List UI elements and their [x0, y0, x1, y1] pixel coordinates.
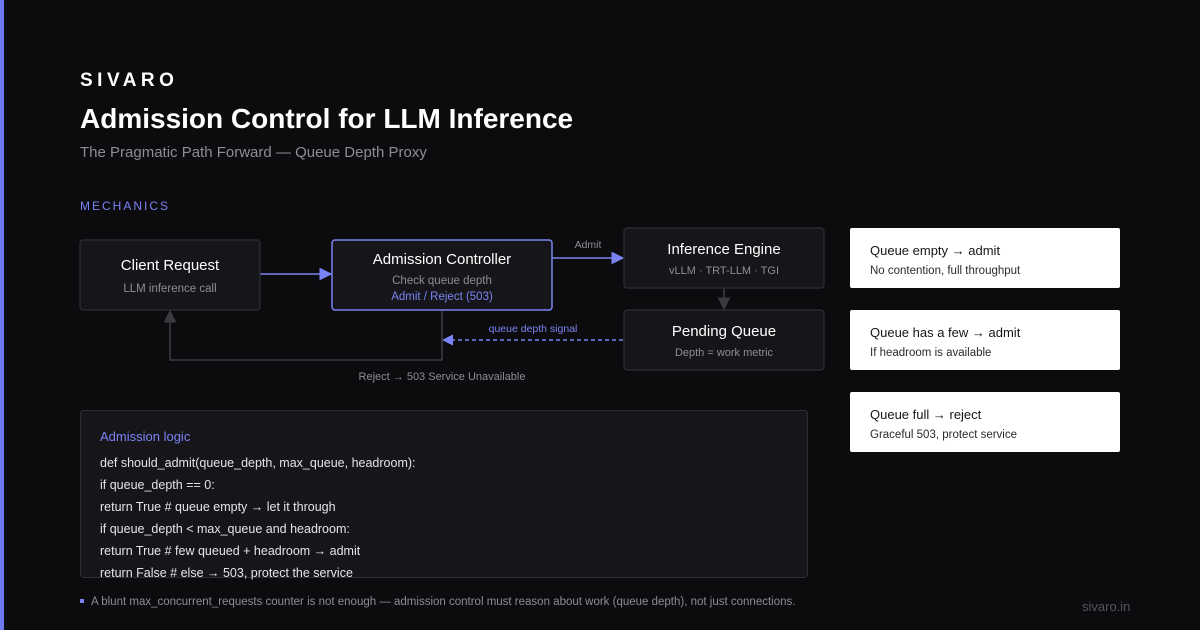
node-admission-controller-sub2: Admit / Reject (503) — [391, 291, 493, 303]
footnote: A blunt max_concurrent_requests counter … — [80, 596, 795, 608]
edge-reject-loop — [163, 309, 443, 361]
node-inference-engine: Inference Engine vLLM · TRT-LLM · TGI — [623, 227, 825, 289]
edge-label-queue-depth-signal: queue depth signal — [489, 323, 578, 335]
code-line: return False # else → 503, protect the s… — [100, 566, 353, 580]
edge-label-reject: Reject → 503 Service Unavailable — [359, 371, 526, 383]
node-inference-engine-box — [623, 227, 825, 289]
code-line: return True # few queued + headroom → ad… — [100, 544, 361, 558]
node-inference-engine-sub: vLLM · TRT-LLM · TGI — [669, 265, 779, 277]
rule-card-queue-few: Queue has a few → admit If headroom is a… — [850, 310, 1120, 370]
node-pending-queue-sub: Depth = work metric — [675, 347, 774, 359]
bullet-icon — [80, 599, 84, 603]
node-pending-queue: Pending Queue Depth = work metric — [623, 309, 825, 371]
node-client-request-sub: LLM inference call — [123, 283, 216, 295]
code-line: return True # queue empty → let it throu… — [100, 500, 336, 514]
code-panel: Admission logic def should_admit(queue_d… — [80, 410, 808, 580]
node-client-request-box — [79, 239, 261, 311]
node-pending-queue-box — [623, 309, 825, 371]
rule-card-sub: If headroom is available — [870, 347, 992, 359]
edge-label-admit: Admit — [575, 239, 602, 251]
code-line: def should_admit(queue_depth, max_queue,… — [100, 456, 416, 470]
site-url: sivaro.in — [1082, 599, 1131, 614]
node-admission-controller: Admission Controller Check queue depth A… — [331, 239, 553, 311]
rule-card-sub: No contention, full throughput — [870, 265, 1021, 277]
node-admission-controller-sub: Check queue depth — [392, 275, 492, 287]
node-admission-controller-title: Admission Controller — [373, 251, 511, 268]
rule-card-title: Queue full → reject — [870, 407, 982, 422]
code-panel-title: Admission logic — [100, 429, 191, 444]
node-client-request-title: Client Request — [121, 257, 220, 274]
node-pending-queue-title: Pending Queue — [672, 323, 776, 340]
node-client-request: Client Request LLM inference call — [79, 239, 261, 311]
rule-card-queue-empty: Queue empty → admit No contention, full … — [850, 228, 1120, 288]
rule-card-queue-full: Queue full → reject Graceful 503, protec… — [850, 392, 1120, 452]
rule-card-title: Queue has a few → admit — [870, 325, 1021, 340]
rule-card-title: Queue empty → admit — [870, 243, 1001, 258]
code-line: if queue_depth < max_queue and headroom: — [100, 522, 350, 536]
code-line: if queue_depth == 0: — [100, 478, 215, 492]
node-inference-engine-title: Inference Engine — [667, 241, 780, 258]
rule-card-sub: Graceful 503, protect service — [870, 429, 1018, 441]
footnote-text: A blunt max_concurrent_requests counter … — [91, 596, 796, 608]
